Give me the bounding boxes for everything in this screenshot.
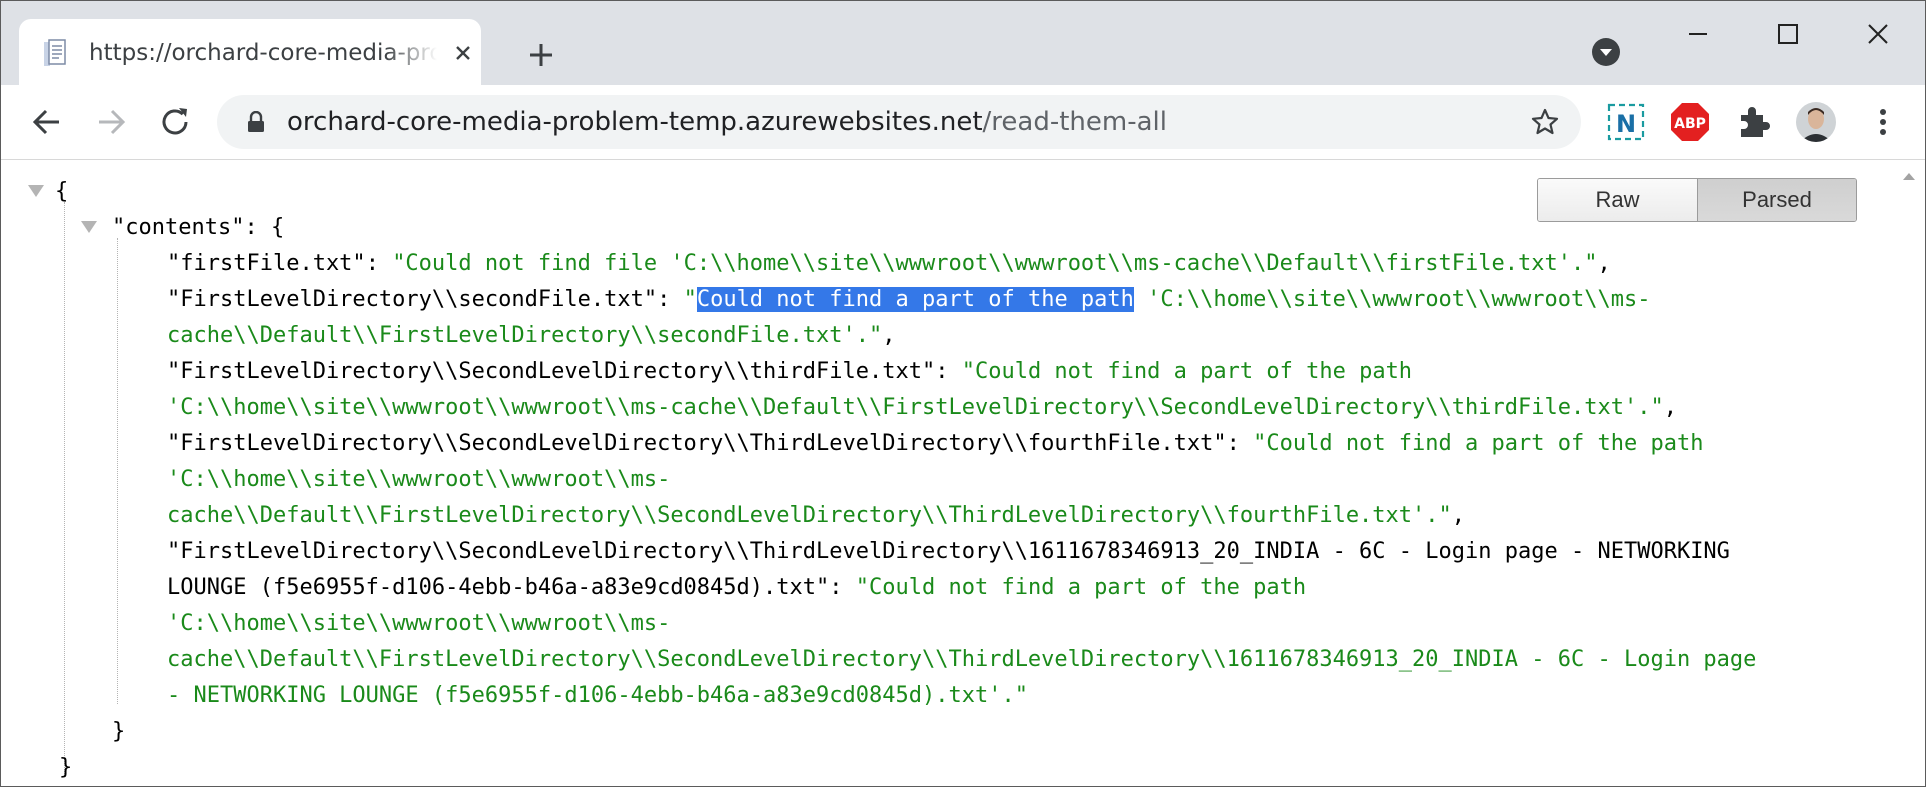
json-key: LOUNGE (f5e6955f-d106-4ebb-b46a-a83e9cd0… bbox=[167, 575, 830, 600]
json-line: 'C:\\home\\site\\wwwroot\\wwwroot\\ms- bbox=[167, 462, 670, 498]
extensions-puzzle-icon[interactable] bbox=[1733, 101, 1775, 143]
json-string: 'C:\\home\\site\\wwwroot\\wwwroot\\ms- bbox=[167, 611, 671, 636]
n-extension-icon[interactable]: N bbox=[1605, 101, 1647, 143]
url-path: /read-them-all bbox=[982, 107, 1167, 137]
indent-guide-root bbox=[64, 202, 65, 776]
json-string: cache\\Default\\FirstLevelDirectory\\Sec… bbox=[167, 647, 1757, 672]
json-key: "firstFile.txt" bbox=[167, 251, 366, 276]
tab-strip: https://orchard-core-media-problem-temp.… bbox=[1, 1, 1925, 85]
json-line: "FirstLevelDirectory\\secondFile.txt": "… bbox=[167, 282, 1650, 318]
json-string: "Could not find a part of the path bbox=[855, 575, 1307, 600]
json-key: "FirstLevelDirectory\\SecondLevelDirecto… bbox=[167, 431, 1227, 456]
indent-guide-contents bbox=[117, 238, 118, 704]
adblock-plus-icon[interactable]: ABP bbox=[1669, 101, 1711, 143]
json-line-contents: "contents": { bbox=[112, 210, 284, 246]
json-punct: , bbox=[1663, 395, 1677, 420]
json-line: "FirstLevelDirectory\\SecondLevelDirecto… bbox=[167, 534, 1730, 570]
json-close-brace-contents: } bbox=[112, 719, 126, 744]
url-text[interactable]: orchard-core-media-problem-temp.azureweb… bbox=[287, 106, 1167, 138]
json-line: 'C:\\home\\site\\wwwroot\\wwwroot\\ms-ca… bbox=[167, 390, 1677, 426]
json-line: cache\\Default\\FirstLevelDirectory\\Sec… bbox=[167, 498, 1465, 534]
tab-search-icon[interactable] bbox=[1591, 37, 1621, 67]
url-host: orchard-core-media-problem-temp.azureweb… bbox=[287, 107, 983, 137]
json-line: "FirstLevelDirectory\\SecondLevelDirecto… bbox=[167, 426, 1703, 462]
json-open-brace: { bbox=[55, 179, 69, 204]
lock-icon[interactable] bbox=[247, 111, 265, 133]
json-punct: : { bbox=[244, 215, 285, 240]
view-mode-toggle: Raw Parsed bbox=[1537, 178, 1857, 222]
json-punct: , bbox=[1451, 503, 1466, 528]
vertical-scrollbar[interactable] bbox=[1893, 160, 1925, 786]
json-punct: : bbox=[829, 575, 856, 600]
json-punct: , bbox=[882, 323, 896, 348]
json-punct: : bbox=[935, 359, 962, 384]
json-punct: : bbox=[365, 251, 393, 276]
kebab-menu-icon[interactable] bbox=[1863, 102, 1903, 142]
close-tab-icon[interactable] bbox=[451, 41, 475, 65]
collapse-contents-icon[interactable] bbox=[81, 221, 97, 233]
scroll-up-arrow-icon[interactable] bbox=[1901, 170, 1917, 182]
n-extension-label: N bbox=[1616, 110, 1636, 138]
browser-tab[interactable]: https://orchard-core-media-problem-temp.… bbox=[19, 19, 481, 85]
address-bar[interactable]: orchard-core-media-problem-temp.azureweb… bbox=[217, 95, 1581, 149]
json-punct: , bbox=[1597, 251, 1611, 276]
json-string: "Could not find file 'C:\\home\\site\\ww… bbox=[392, 251, 1598, 276]
forward-arrow-icon[interactable] bbox=[91, 102, 131, 142]
adblock-label: ABP bbox=[1674, 116, 1706, 132]
tab-title: https://orchard-core-media-problem-temp.… bbox=[89, 40, 437, 66]
parsed-button[interactable]: Parsed bbox=[1698, 179, 1856, 221]
json-line: cache\\Default\\FirstLevelDirectory\\Sec… bbox=[167, 642, 1756, 678]
profile-avatar[interactable] bbox=[1795, 101, 1837, 143]
json-string: 'C:\\home\\site\\wwwroot\\wwwroot\\ms- bbox=[1133, 287, 1651, 312]
json-string: - NETWORKING LOUNGE (f5e6955f-d106-4ebb-… bbox=[167, 683, 1028, 708]
json-key: "FirstLevelDirectory\\SecondLevelDirecto… bbox=[167, 539, 1730, 564]
json-line: 'C:\\home\\site\\wwwroot\\wwwroot\\ms- bbox=[167, 606, 670, 642]
maximize-icon[interactable] bbox=[1773, 19, 1803, 49]
document-favicon-icon bbox=[44, 39, 66, 66]
json-key: "FirstLevelDirectory\\secondFile.txt" bbox=[167, 287, 658, 312]
json-punct: : bbox=[1226, 431, 1254, 456]
reload-icon[interactable] bbox=[155, 102, 195, 142]
back-arrow-icon[interactable] bbox=[27, 102, 67, 142]
json-punct: : bbox=[657, 287, 684, 312]
json-string: 'C:\\home\\site\\wwwroot\\wwwroot\\ms- bbox=[167, 467, 671, 492]
json-line: cache\\Default\\FirstLevelDirectory\\sec… bbox=[167, 318, 896, 354]
json-string: cache\\Default\\FirstLevelDirectory\\Sec… bbox=[167, 503, 1452, 528]
json-string: 'C:\\home\\site\\wwwroot\\wwwroot\\ms-ca… bbox=[167, 395, 1664, 420]
json-key: "FirstLevelDirectory\\SecondLevelDirecto… bbox=[167, 359, 936, 384]
json-line: - NETWORKING LOUNGE (f5e6955f-d106-4ebb-… bbox=[167, 678, 1028, 714]
json-string: "Could not find a part of the path bbox=[961, 359, 1413, 384]
selected-text[interactable]: Could not find a part of the path bbox=[696, 287, 1134, 312]
json-line: "FirstLevelDirectory\\SecondLevelDirecto… bbox=[167, 354, 1412, 390]
json-key: "contents" bbox=[112, 215, 245, 240]
json-close-brace-root: } bbox=[59, 755, 73, 780]
bookmark-star-icon[interactable] bbox=[1530, 107, 1560, 137]
json-string: " bbox=[683, 287, 697, 312]
new-tab-icon[interactable] bbox=[521, 35, 561, 75]
raw-button[interactable]: Raw bbox=[1538, 179, 1698, 221]
minimize-icon[interactable] bbox=[1683, 19, 1713, 49]
browser-window: https://orchard-core-media-problem-temp.… bbox=[0, 0, 1926, 787]
json-line: LOUNGE (f5e6955f-d106-4ebb-b46a-a83e9cd0… bbox=[167, 570, 1306, 606]
close-window-icon[interactable] bbox=[1863, 19, 1893, 49]
browser-toolbar: orchard-core-media-problem-temp.azureweb… bbox=[1, 85, 1925, 160]
json-line: "firstFile.txt": "Could not find file 'C… bbox=[167, 246, 1611, 282]
json-viewer: { "contents": { "firstFile.txt": "Could … bbox=[1, 160, 1893, 786]
collapse-root-icon[interactable] bbox=[28, 185, 44, 197]
json-string: cache\\Default\\FirstLevelDirectory\\sec… bbox=[167, 323, 883, 348]
json-string: "Could not find a part of the path bbox=[1253, 431, 1704, 456]
